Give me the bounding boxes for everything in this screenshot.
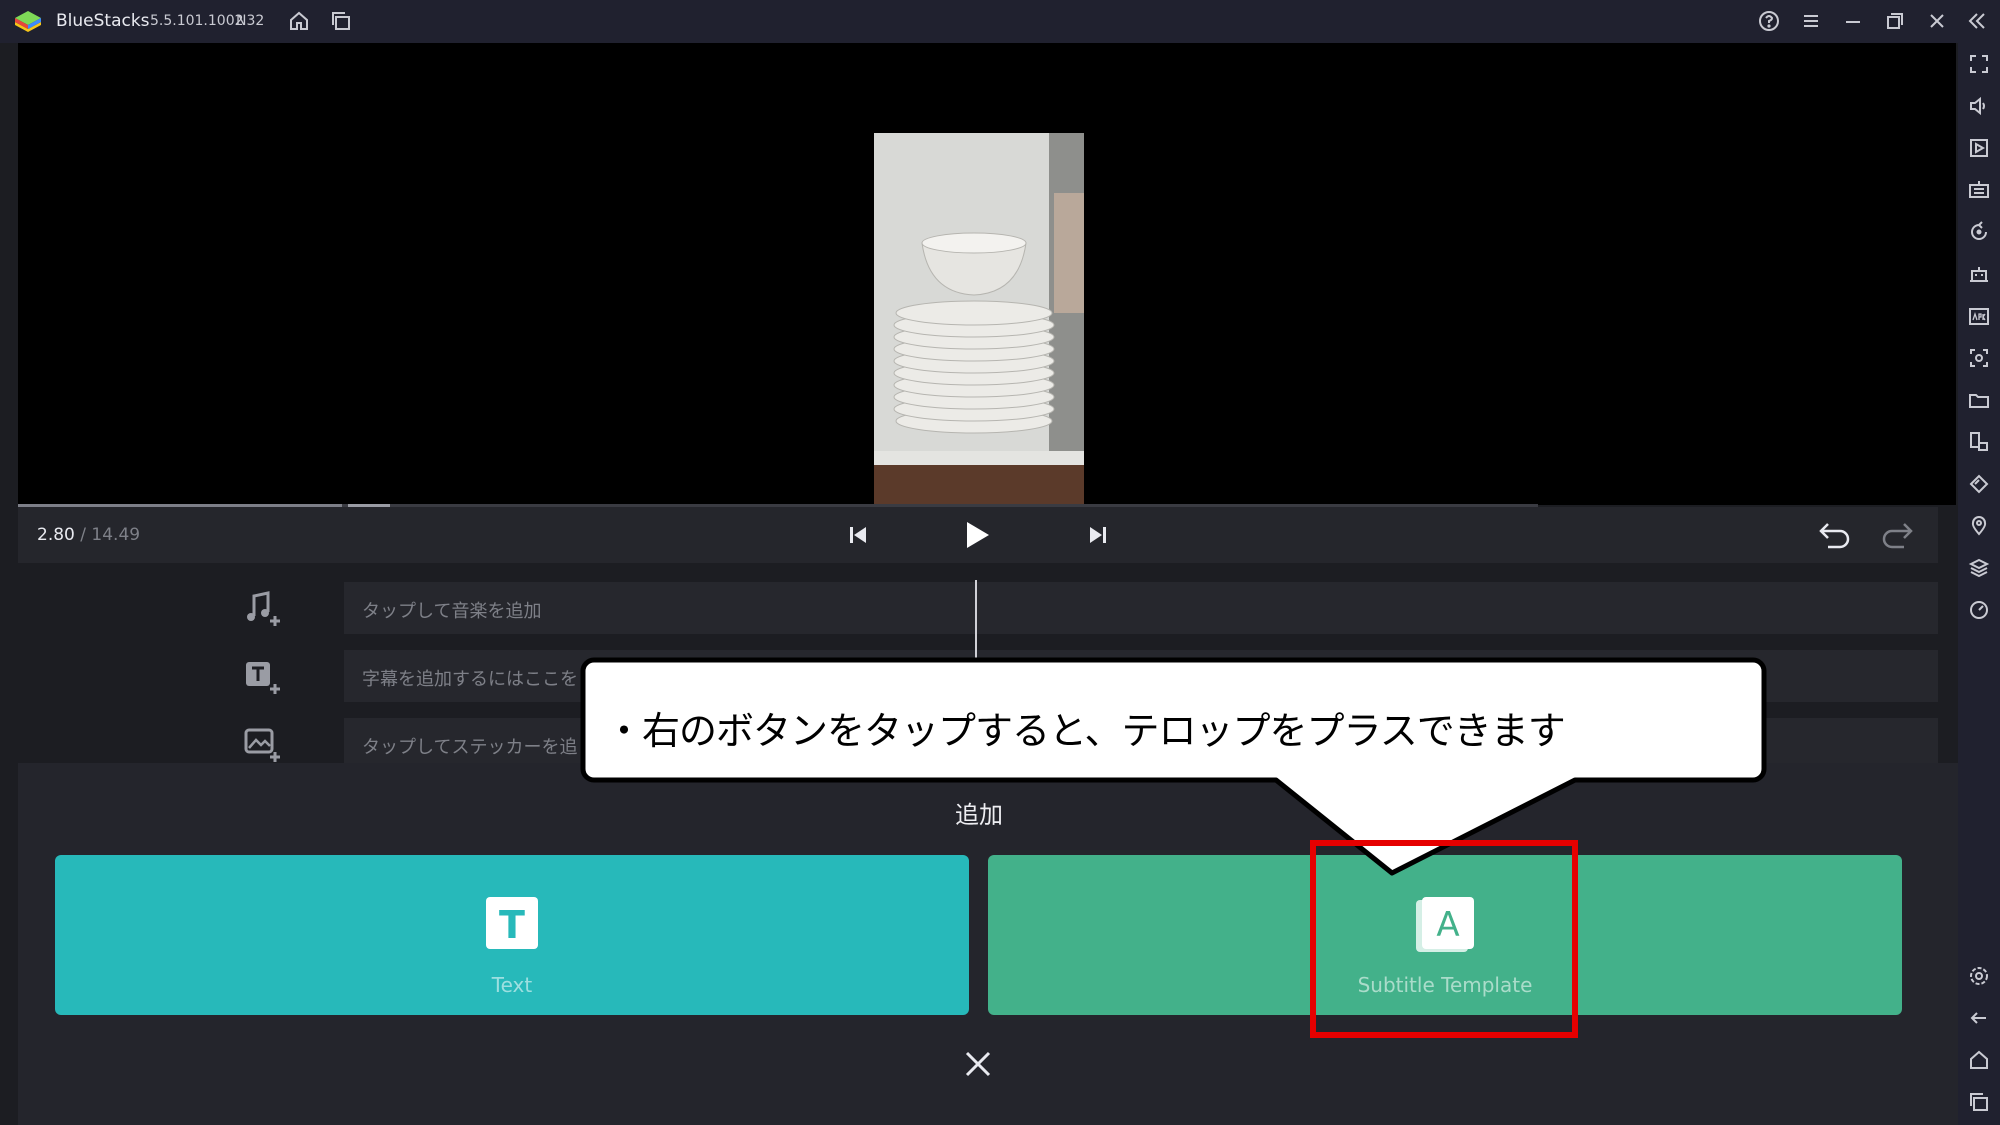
music-track-placeholder: タップして音楽を追加 (362, 601, 542, 622)
recent-apps-icon[interactable] (1966, 1089, 1992, 1115)
close-icon[interactable] (1924, 8, 1950, 34)
add-subtitle-icon[interactable] (242, 656, 284, 698)
eco-mode-icon[interactable] (1966, 471, 1992, 497)
volume-icon[interactable] (1966, 93, 1992, 119)
add-sticker-icon[interactable] (242, 724, 284, 766)
home-icon[interactable] (286, 8, 312, 34)
android-home-icon[interactable] (1966, 1047, 1992, 1073)
restore-icon[interactable] (1882, 8, 1908, 34)
bluestacks-sidebar (1958, 43, 2000, 1125)
add-sheet-title: 追加 (955, 801, 1003, 829)
title-bar: BlueStacks 5.5.101.1002 N32 (0, 0, 2000, 43)
video-frame-image (874, 133, 1084, 505)
sticker-track-placeholder: タップしてステッカーを追 (362, 737, 578, 758)
close-sheet-icon[interactable] (962, 1048, 994, 1080)
minimize-icon[interactable] (1840, 8, 1866, 34)
app-version: 5.5.101.1002 (150, 13, 244, 29)
rotate-icon[interactable] (1966, 219, 1992, 245)
add-music-icon[interactable] (242, 588, 284, 630)
multi-window-icon[interactable] (1966, 429, 1992, 455)
location-icon[interactable] (1966, 513, 1992, 539)
robot-icon[interactable] (1966, 261, 1992, 287)
skip-next-icon[interactable] (1088, 524, 1108, 546)
help-icon[interactable] (1756, 8, 1782, 34)
collapse-sidebar-icon[interactable] (1964, 8, 1990, 34)
total-time: 14.49 (91, 525, 141, 545)
time-display: 2.80 / 14.49 (37, 525, 140, 545)
annotation-highlight-box (1310, 840, 1578, 1038)
layers-icon[interactable] (1966, 555, 1992, 581)
apk-icon[interactable] (1966, 303, 1992, 329)
add-text-button[interactable]: T Text (55, 855, 969, 1015)
media-icon[interactable] (1966, 135, 1992, 161)
undo-icon[interactable] (1816, 518, 1852, 552)
bluestacks-window: BlueStacks 5.5.101.1002 N32 2.80 / 14.49… (0, 0, 2000, 1125)
skip-previous-icon[interactable] (848, 524, 868, 546)
current-time: 2.80 (37, 525, 75, 545)
bluestacks-logo-icon (15, 11, 41, 32)
keyboard-icon[interactable] (1966, 177, 1992, 203)
redo-icon[interactable] (1880, 518, 1916, 552)
fullscreen-icon[interactable] (1966, 51, 1992, 77)
screenshot-icon[interactable] (1966, 345, 1992, 371)
play-icon[interactable] (964, 519, 992, 551)
text-icon: T (486, 897, 538, 949)
back-icon[interactable] (1966, 1005, 1992, 1031)
performance-icon[interactable] (1966, 597, 1992, 623)
app-build: N32 (236, 13, 265, 29)
annotation-callout-text: ・右のボタンをタップすると、テロップをプラスできます (605, 709, 1566, 753)
menu-icon[interactable] (1798, 8, 1824, 34)
time-separator: / (74, 525, 92, 545)
multi-instance-icon[interactable] (328, 8, 354, 34)
folder-icon[interactable] (1966, 387, 1992, 413)
subtitle-track-placeholder: 字幕を追加するにはここを (362, 669, 578, 690)
settings-icon[interactable] (1966, 963, 1992, 989)
music-track[interactable]: タップして音楽を追加 (344, 582, 1938, 634)
add-text-label: Text (491, 973, 533, 997)
app-name: BlueStacks (56, 11, 150, 31)
